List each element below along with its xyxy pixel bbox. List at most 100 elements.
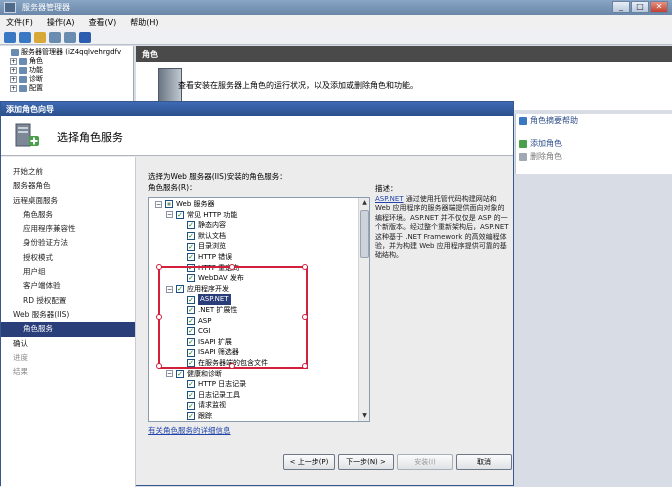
remove-roles-action[interactable]: 删除角色	[516, 150, 672, 163]
role-service-item[interactable]: ✓ 请求监视	[149, 400, 359, 411]
tree-item[interactable]: + 功能	[2, 66, 131, 75]
role-service-item[interactable]: ✓ HTTP 错误	[149, 252, 359, 263]
node-icon	[19, 76, 27, 83]
wizard-step[interactable]: 开始之前	[1, 165, 135, 179]
annotation-highlight-box	[156, 264, 308, 369]
add-roles-action[interactable]: 添加角色	[516, 137, 672, 150]
forward-icon[interactable]	[19, 32, 31, 43]
close-button[interactable]: ✕	[650, 1, 668, 13]
role-service-checkbox[interactable]: ✓	[187, 401, 195, 410]
role-service-item[interactable]: ✓ 日志记录工具	[149, 390, 359, 401]
scroll-thumb[interactable]	[360, 210, 369, 258]
tree-item-label: 服务器管理器 (iZ4qqlvehrgdfv	[21, 48, 122, 56]
properties-icon[interactable]	[64, 32, 76, 43]
role-service-checkbox[interactable]: ✓	[187, 221, 195, 230]
role-service-label: 默认文档	[198, 231, 226, 240]
role-service-label: 日志记录工具	[198, 390, 240, 399]
description-link[interactable]: ASP.NET	[375, 195, 404, 203]
role-service-label: 请求监视	[198, 401, 226, 410]
role-service-label: HTTP 错误	[198, 252, 233, 261]
description-body: 通过使用托管代码构建网站和 Web 应用程序的服务器端提供面向对象的编程环境。A…	[375, 195, 509, 260]
wizard-step[interactable]: Web 服务器(IIS)	[1, 308, 135, 322]
show-hide-tree-icon[interactable]	[49, 32, 61, 43]
role-service-checkbox[interactable]: ✓	[187, 380, 195, 389]
role-service-label: HTTP 日志记录	[198, 380, 247, 389]
menu-action[interactable]: 操作(A)	[47, 17, 75, 28]
wizard-buttons: < 上一步(P) 下一步(N) > 安装(I) 取消	[283, 454, 512, 470]
role-service-checkbox[interactable]: ✓	[187, 390, 195, 399]
wizard-step[interactable]: 服务器角色	[1, 179, 135, 193]
wizard-heading: 选择角色服务	[57, 131, 123, 144]
wizard-step[interactable]: RD 授权配置	[1, 294, 135, 308]
wizard-step[interactable]: 客户端体验	[1, 279, 135, 293]
role-service-item[interactable]: − Web 服务器	[149, 199, 359, 210]
collapse-toggle-icon[interactable]: −	[166, 211, 173, 219]
next-button[interactable]: 下一步(N) >	[338, 454, 394, 470]
scroll-down-icon[interactable]: ▼	[360, 411, 369, 421]
collapse-toggle-icon[interactable]: −	[166, 370, 173, 378]
resize-handle[interactable]	[302, 264, 308, 270]
wizard-step[interactable]: 结果	[1, 365, 135, 379]
expand-toggle-icon[interactable]: +	[10, 58, 17, 65]
scroll-up-icon[interactable]: ▲	[360, 198, 369, 208]
role-service-item[interactable]: ✓ 静态内容	[149, 220, 359, 231]
role-services-scrollbar[interactable]: ▲ ▼	[358, 198, 369, 421]
server-manager-icon	[4, 2, 16, 13]
tree-item[interactable]: 服务器管理器 (iZ4qqlvehrgdfv	[2, 48, 131, 57]
tree-item-label: 功能	[29, 66, 43, 74]
description-label: 描述：	[375, 184, 398, 193]
menu-help[interactable]: 帮助(H)	[130, 17, 158, 28]
help-icon[interactable]	[79, 32, 91, 43]
collapse-toggle-icon[interactable]: −	[155, 200, 162, 208]
role-service-item[interactable]: − ✓ 健康和诊断	[149, 369, 359, 380]
wizard-step[interactable]: 角色服务	[1, 208, 135, 222]
role-service-checkbox[interactable]: ✓	[187, 232, 195, 241]
remove-roles-label: 删除角色	[530, 152, 562, 161]
menu-view[interactable]: 查看(V)	[89, 17, 117, 28]
more-info-link[interactable]: 有关角色服务的详细信息	[148, 425, 231, 436]
role-service-checkbox[interactable]: ✓	[176, 369, 184, 378]
resize-handle[interactable]	[229, 264, 235, 270]
role-service-checkbox[interactable]: ✓	[176, 210, 184, 219]
wizard-step[interactable]: 应用程序兼容性	[1, 222, 135, 236]
resize-handle[interactable]	[156, 313, 162, 320]
resize-handle[interactable]	[302, 313, 308, 320]
role-help-action[interactable]: 角色摘要帮助	[516, 114, 672, 127]
wizard-step[interactable]: 进度	[1, 351, 135, 365]
maximize-button[interactable]: □	[631, 1, 649, 13]
tree-item[interactable]: + 诊断	[2, 75, 131, 84]
role-service-item[interactable]: ✓ 跟踪	[149, 411, 359, 421]
resize-handle[interactable]	[156, 264, 162, 270]
menu-file[interactable]: 文件(F)	[6, 17, 33, 28]
expand-toggle-icon[interactable]: +	[10, 76, 17, 83]
tree-item[interactable]: + 配置	[2, 84, 131, 93]
role-service-item[interactable]: − ✓ 常见 HTTP 功能	[149, 210, 359, 221]
resize-handle[interactable]	[156, 363, 162, 369]
cancel-button[interactable]: 取消	[456, 454, 512, 470]
role-service-checkbox[interactable]: ✓	[187, 253, 195, 262]
wizard-step[interactable]: 角色服务	[1, 322, 135, 337]
wizard-step[interactable]: 远程桌面服务	[1, 194, 135, 208]
role-service-item[interactable]: ✓ 目录浏览	[149, 241, 359, 252]
minimize-button[interactable]: _	[612, 1, 630, 13]
previous-button[interactable]: < 上一步(P)	[283, 454, 335, 470]
wizard-title-bar: 添加角色向导	[1, 102, 513, 116]
wizard-step[interactable]: 用户组	[1, 265, 135, 279]
install-button[interactable]: 安装(I)	[397, 454, 453, 470]
role-service-checkbox[interactable]: ✓	[187, 412, 195, 421]
expand-toggle-icon[interactable]: +	[10, 67, 17, 74]
tree-item-label: 配置	[29, 84, 43, 92]
wizard-step[interactable]: 身份验证方法	[1, 236, 135, 250]
resize-handle[interactable]	[302, 363, 308, 369]
role-service-item[interactable]: ✓ HTTP 日志记录	[149, 379, 359, 390]
back-icon[interactable]	[4, 32, 16, 43]
wizard-step[interactable]: 授权模式	[1, 251, 135, 265]
role-service-checkbox[interactable]	[165, 200, 173, 209]
up-folder-icon[interactable]	[34, 32, 46, 43]
resize-handle[interactable]	[229, 363, 235, 369]
role-service-checkbox[interactable]: ✓	[187, 242, 195, 251]
role-service-item[interactable]: ✓ 默认文档	[149, 231, 359, 242]
wizard-step[interactable]: 确认	[1, 337, 135, 351]
expand-toggle-icon[interactable]: +	[10, 85, 17, 92]
tree-item[interactable]: + 角色	[2, 57, 131, 66]
